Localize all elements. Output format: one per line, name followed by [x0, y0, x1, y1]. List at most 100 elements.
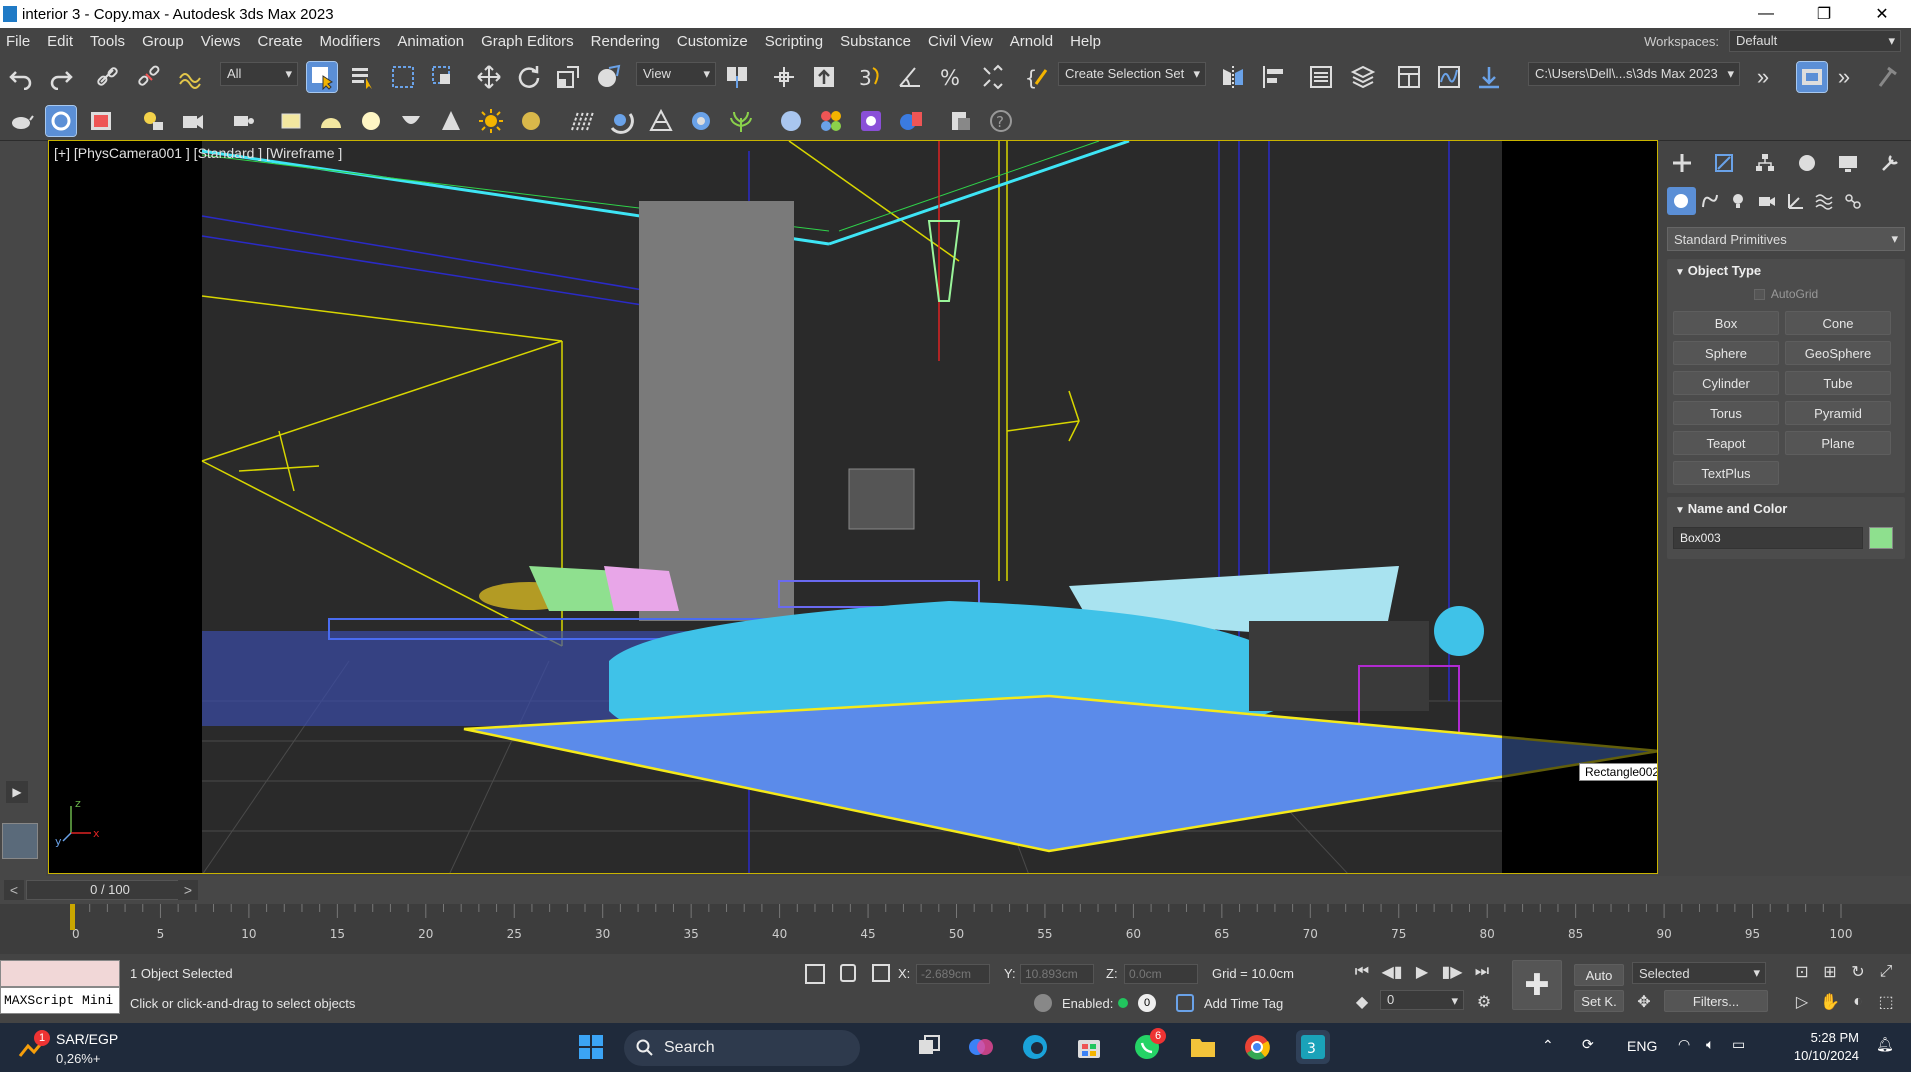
battery-icon[interactable]: ▭ — [1732, 1036, 1745, 1053]
move-icon[interactable] — [474, 62, 504, 92]
reference-coordinate-dropdown[interactable]: View — [636, 62, 716, 86]
3dsmax-taskbar-icon[interactable]: 3 — [1296, 1030, 1330, 1064]
torus-button[interactable]: Torus — [1673, 401, 1779, 425]
start-icon[interactable] — [574, 1030, 608, 1064]
hierarchy-tab-icon[interactable] — [1750, 149, 1780, 177]
toolbar-overflow-icon[interactable]: » — [1748, 62, 1778, 92]
maxscript-input[interactable] — [0, 960, 120, 987]
play-icon[interactable]: ▶ — [1410, 960, 1434, 984]
object-type-header[interactable]: Object Type — [1667, 259, 1905, 283]
render-setup-icon[interactable] — [1796, 61, 1828, 93]
walkthrough-icon[interactable]: ◐ — [1846, 990, 1870, 1014]
restore-button[interactable]: ❐ — [1795, 0, 1853, 28]
lock-icon[interactable] — [840, 964, 856, 982]
edge-icon[interactable] — [1018, 1030, 1052, 1064]
notification-bell-icon[interactable]: 🔔︎ — [1876, 1036, 1894, 1053]
teapot-button[interactable]: Teapot — [1673, 431, 1779, 455]
toolbar-overflow-2-icon[interactable]: » — [1829, 62, 1859, 92]
wifi-icon[interactable]: ◠ — [1678, 1036, 1690, 1053]
selection-filter-dropdown[interactable]: All — [220, 62, 298, 86]
named-selection-set-dropdown[interactable]: Create Selection Set — [1058, 62, 1206, 86]
space-warps-icon[interactable] — [1810, 187, 1839, 215]
key-filter-icon[interactable]: ✥ — [1632, 990, 1656, 1014]
motion-tab-icon[interactable] — [1792, 149, 1822, 177]
render-production-icon[interactable] — [86, 106, 116, 136]
material-editor-icon[interactable] — [816, 106, 846, 136]
copilot-icon[interactable] — [964, 1030, 998, 1064]
hammer-icon[interactable] — [1872, 62, 1902, 92]
edit-named-selection-icon[interactable]: { — [1022, 62, 1052, 92]
time-configuration-icon[interactable]: ⚙ — [1472, 990, 1496, 1014]
helpers-icon[interactable] — [1781, 187, 1810, 215]
spot-light-icon[interactable] — [436, 106, 466, 136]
scale-icon[interactable] — [553, 62, 583, 92]
rectangular-selection-icon[interactable] — [388, 62, 418, 92]
system-clock[interactable]: 5:28 PM 10/10/2024 — [1794, 1029, 1859, 1065]
toggle-ribbon-icon[interactable] — [1394, 62, 1424, 92]
fur-icon[interactable] — [566, 106, 596, 136]
mirror-icon[interactable] — [1218, 62, 1248, 92]
task-view-icon[interactable] — [912, 1030, 946, 1064]
display-tab-icon[interactable] — [1833, 149, 1863, 177]
filters-button[interactable]: Filters... — [1664, 990, 1768, 1012]
absolute-mode-icon[interactable] — [872, 964, 890, 982]
z-coord-field[interactable]: 0.0cm — [1124, 964, 1198, 984]
light-lister-icon[interactable] — [856, 106, 886, 136]
next-key-icon[interactable]: ▮▶ — [1440, 960, 1464, 984]
next-frame-button[interactable]: > — [178, 880, 198, 900]
undo-icon[interactable] — [6, 62, 36, 92]
weather-widget[interactable]: 1 SAR/EGP 0,26%+ — [12, 1028, 142, 1068]
language-indicator[interactable]: ENG — [1627, 1038, 1657, 1054]
menu-arnold[interactable]: Arnold — [1004, 33, 1064, 50]
viewport-perspective[interactable]: z x y [+] [PhysCamera001 ] [Standard ] [… — [48, 140, 1658, 874]
object-name-field[interactable]: Box003 — [1673, 527, 1863, 549]
select-object-icon[interactable] — [306, 61, 338, 93]
area-light-icon[interactable] — [276, 106, 306, 136]
teapot-render-icon[interactable] — [6, 106, 36, 136]
keyboard-shortcut-override-icon[interactable] — [809, 62, 839, 92]
textplus-button[interactable]: TextPlus — [1673, 461, 1779, 485]
angle-snap-icon[interactable] — [895, 62, 925, 92]
store-icon[interactable] — [1072, 1030, 1106, 1064]
autogrid-checkbox[interactable] — [1753, 288, 1765, 300]
close-button[interactable]: ✕ — [1853, 0, 1911, 28]
go-to-start-icon[interactable]: ⏮ — [1350, 960, 1374, 984]
go-to-end-icon[interactable]: ⏭ — [1470, 960, 1494, 984]
light-icon[interactable] — [138, 106, 168, 136]
field-of-view-icon[interactable]: ▷ — [1790, 990, 1814, 1014]
layer-explorer-icon[interactable] — [1348, 62, 1378, 92]
projector-icon[interactable] — [228, 106, 258, 136]
help-icon[interactable]: ? — [986, 106, 1016, 136]
menu-scripting[interactable]: Scripting — [759, 33, 834, 50]
menu-help[interactable]: Help — [1064, 33, 1112, 50]
create-tab-icon[interactable] — [1667, 149, 1697, 177]
current-time-marker[interactable] — [70, 904, 75, 930]
prev-frame-button[interactable]: < — [4, 880, 24, 900]
file-explorer-icon[interactable] — [1186, 1030, 1220, 1064]
current-frame-field[interactable]: 0 — [1380, 990, 1464, 1010]
name-color-header[interactable]: Name and Color — [1667, 497, 1905, 521]
modify-tab-icon[interactable] — [1709, 149, 1739, 177]
cameras-icon[interactable] — [1753, 187, 1782, 215]
select-by-name-icon[interactable] — [348, 62, 378, 92]
lights-icon[interactable] — [1724, 187, 1753, 215]
camera-settings-icon[interactable] — [178, 106, 208, 136]
schematic-view-icon[interactable] — [1474, 62, 1504, 92]
select-manipulate-icon[interactable] — [769, 62, 799, 92]
workspaces-dropdown[interactable]: Default — [1729, 30, 1901, 52]
key-mode-icon[interactable]: ◆ — [1350, 990, 1374, 1014]
snaps-toggle-icon[interactable]: 3 — [855, 62, 885, 92]
set-key-icon[interactable]: ✚ — [1512, 960, 1562, 1010]
viewport-toggle-icon[interactable]: ⬚ — [1874, 990, 1898, 1014]
sun-icon[interactable] — [476, 106, 506, 136]
taskbar-search[interactable]: Search — [624, 1030, 860, 1066]
window-crossing-icon[interactable] — [428, 62, 458, 92]
viewport-label[interactable]: [+] [PhysCamera001 ] [Standard ] [Wirefr… — [54, 145, 342, 161]
viewport-thumbnail[interactable] — [2, 823, 38, 859]
volume-icon[interactable]: 🔈︎ — [1706, 1036, 1714, 1053]
minimize-button[interactable]: — — [1737, 0, 1795, 28]
selection-lock-icon[interactable] — [805, 964, 825, 984]
systems-icon[interactable] — [1838, 187, 1867, 215]
geometry-icon[interactable] — [1667, 187, 1696, 215]
menu-animation[interactable]: Animation — [391, 33, 475, 50]
